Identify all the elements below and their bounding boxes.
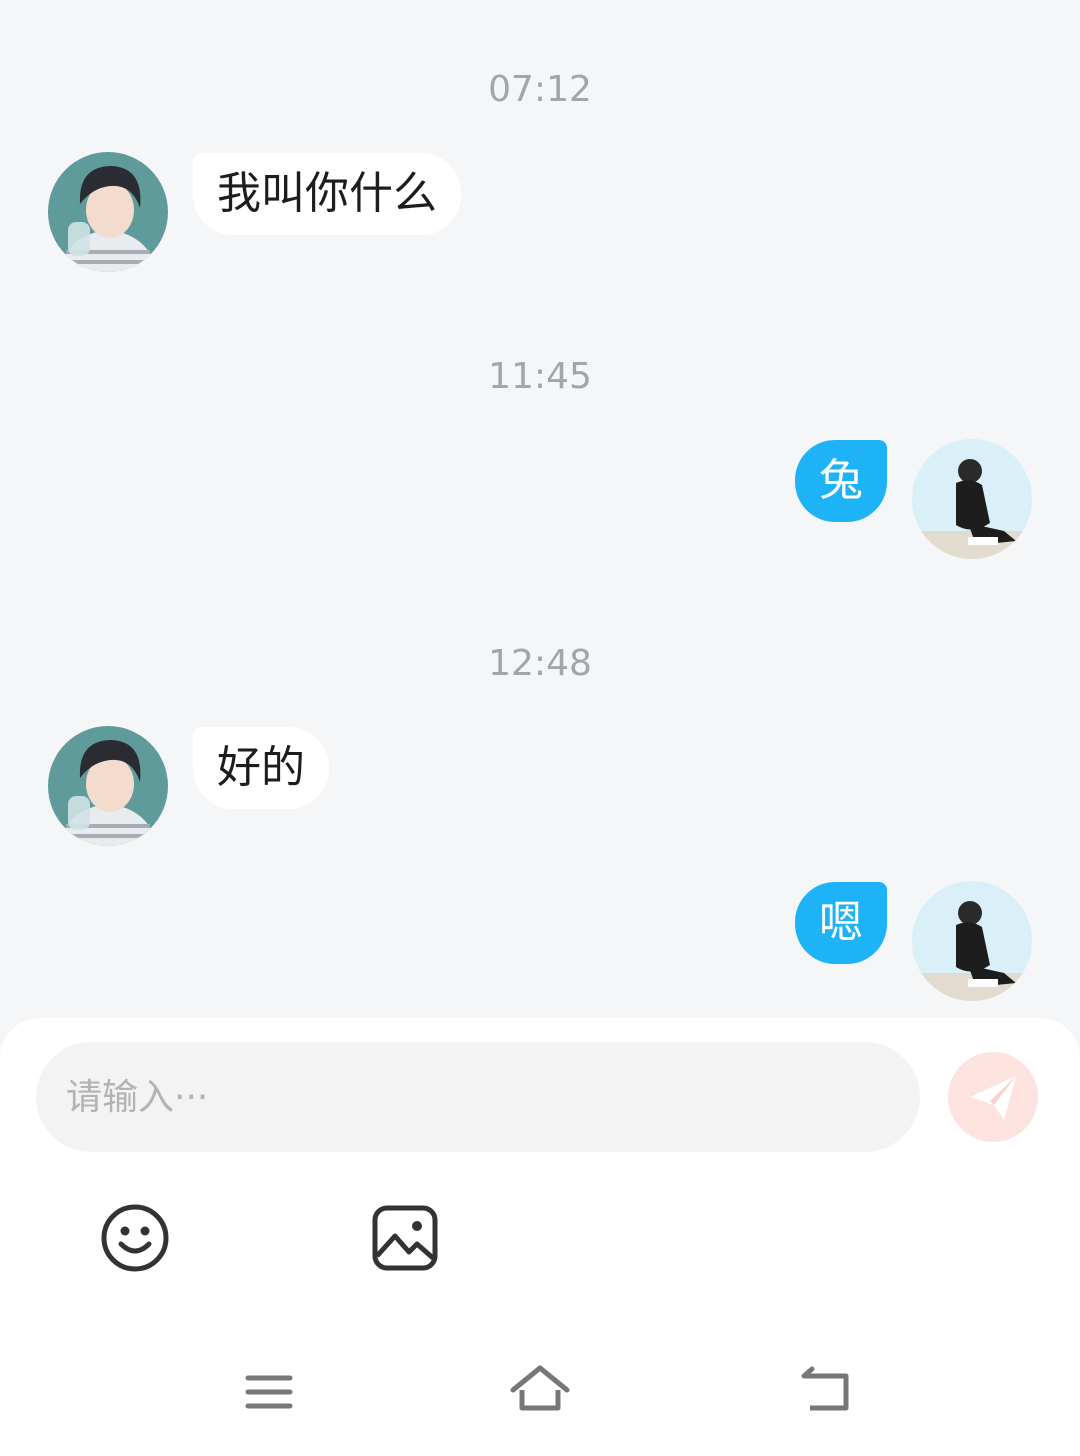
home-button[interactable] bbox=[505, 1354, 575, 1424]
emoji-icon bbox=[101, 1204, 169, 1272]
contact-avatar[interactable] bbox=[48, 152, 168, 272]
menu-button[interactable] bbox=[234, 1356, 304, 1426]
message-list[interactable]: 07:12 我叫你什么 11:45 兔 12:48 好的 嗯 bbox=[0, 0, 1080, 1020]
outgoing-message[interactable]: 兔 bbox=[795, 440, 887, 522]
composer-panel bbox=[0, 1018, 1080, 1456]
contact-avatar[interactable] bbox=[48, 726, 168, 846]
self-avatar[interactable] bbox=[912, 881, 1032, 1001]
incoming-message[interactable]: 我叫你什么 bbox=[193, 153, 461, 235]
timestamp: 11:45 bbox=[488, 356, 592, 397]
send-button[interactable] bbox=[948, 1052, 1038, 1142]
home-icon bbox=[510, 1365, 570, 1411]
timestamp: 12:48 bbox=[488, 643, 592, 684]
send-paper-plane-icon bbox=[970, 1076, 1016, 1120]
image-icon bbox=[372, 1205, 438, 1271]
outgoing-message[interactable]: 嗯 bbox=[795, 882, 887, 964]
image-button[interactable] bbox=[367, 1200, 443, 1276]
back-icon bbox=[801, 1366, 849, 1411]
self-avatar[interactable] bbox=[912, 439, 1032, 559]
emoji-button[interactable] bbox=[97, 1200, 173, 1276]
timestamp: 07:12 bbox=[488, 69, 592, 110]
incoming-message[interactable]: 好的 bbox=[193, 727, 329, 809]
message-input[interactable] bbox=[36, 1042, 920, 1152]
back-button[interactable] bbox=[790, 1356, 860, 1426]
menu-icon bbox=[245, 1375, 293, 1409]
